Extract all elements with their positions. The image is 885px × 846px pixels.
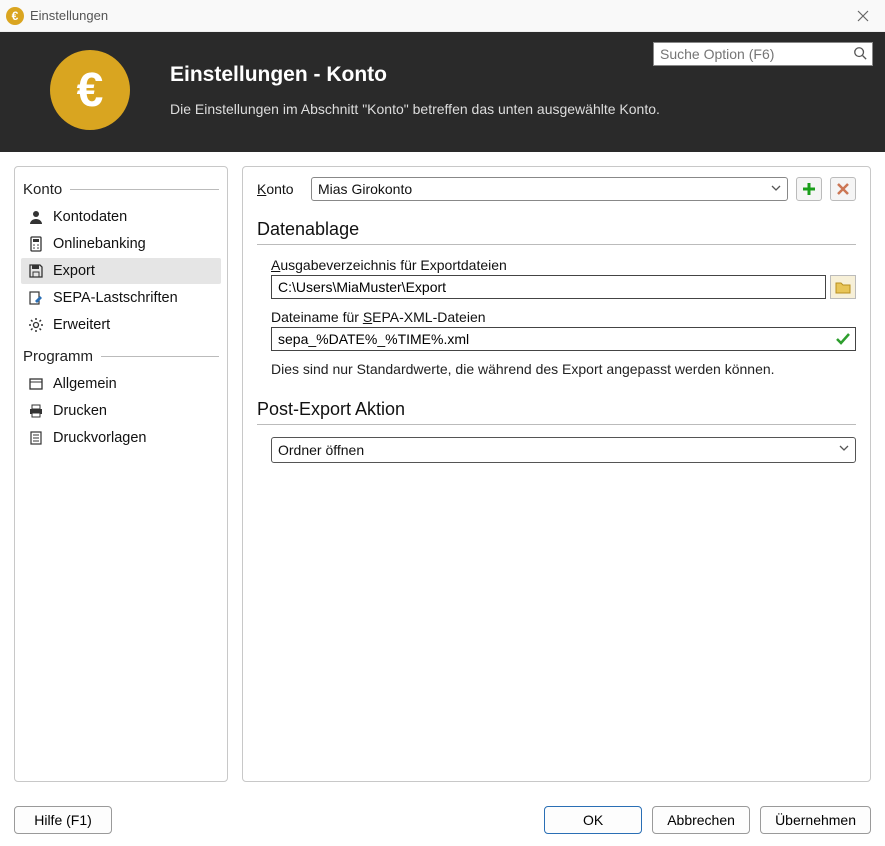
sepa-filename-input-wrap <box>271 327 856 351</box>
export-dir-input[interactable] <box>278 278 819 296</box>
folder-icon <box>835 280 851 294</box>
footer: Hilfe (F1) OK Abbrechen Übernehmen <box>0 796 885 844</box>
sidebar: Konto Kontodaten Onlinebanking Export <box>14 166 228 782</box>
postexport-action-select[interactable]: Ordner öffnen <box>271 437 856 463</box>
window-icon <box>27 375 45 393</box>
titlebar: € Einstellungen <box>0 0 885 32</box>
sidebar-item-kontodaten[interactable]: Kontodaten <box>21 204 221 230</box>
close-icon[interactable] <box>849 6 877 26</box>
sidebar-item-label: Drucken <box>53 403 107 419</box>
sidebar-item-allgemein[interactable]: Allgemein <box>21 371 221 397</box>
sidebar-item-label: Druckvorlagen <box>53 430 147 446</box>
window-title: Einstellungen <box>30 8 849 23</box>
hint-text: Dies sind nur Standardwerte, die während… <box>271 361 856 377</box>
plus-icon <box>801 181 817 197</box>
divider <box>257 424 856 425</box>
sidebar-group-konto: Konto <box>23 181 219 198</box>
gear-icon <box>27 316 45 334</box>
printer-icon <box>27 402 45 420</box>
remove-konto-button[interactable] <box>830 177 856 201</box>
euro-icon: € <box>50 50 130 130</box>
search-box[interactable] <box>653 42 873 66</box>
valid-check-icon <box>835 331 851 347</box>
sidebar-item-druckvorlagen[interactable]: Druckvorlagen <box>21 425 221 451</box>
konto-select[interactable]: Mias Girokonto <box>311 177 788 201</box>
page-subtitle: Die Einstellungen im Abschnitt "Konto" b… <box>170 101 660 117</box>
sidebar-item-label: Erweitert <box>53 317 110 333</box>
sidebar-item-label: Export <box>53 263 95 279</box>
sepa-filename-label: Dateiname für SEPA-XML-Dateien <box>271 309 856 325</box>
page-title: Einstellungen - Konto <box>170 63 660 87</box>
user-icon <box>27 208 45 226</box>
app-icon: € <box>6 7 24 25</box>
sidebar-item-export[interactable]: Export <box>21 258 221 284</box>
browse-folder-button[interactable] <box>830 275 856 299</box>
sidebar-item-erweitert[interactable]: Erweitert <box>21 312 221 338</box>
sepa-filename-input[interactable] <box>278 330 849 348</box>
export-dir-label: Ausgabeverzeichnis für Exportdateien <box>271 257 856 273</box>
section-datenablage-title: Datenablage <box>257 219 856 240</box>
sidebar-item-label: Kontodaten <box>53 209 127 225</box>
section-postexport-title: Post-Export Aktion <box>257 399 856 420</box>
main-panel: Konto Mias Girokonto Datenablage Ausgabe… <box>242 166 871 782</box>
help-button[interactable]: Hilfe (F1) <box>14 806 112 834</box>
document-edit-icon <box>27 289 45 307</box>
chevron-down-icon <box>839 443 849 453</box>
sidebar-group-label: Programm <box>23 348 93 365</box>
ok-button[interactable]: OK <box>544 806 642 834</box>
postexport-action-value: Ordner öffnen <box>278 442 364 458</box>
header: € Einstellungen - Konto Die Einstellunge… <box>0 32 885 152</box>
template-icon <box>27 429 45 447</box>
apply-button[interactable]: Übernehmen <box>760 806 871 834</box>
search-input[interactable] <box>653 42 873 66</box>
sidebar-item-sepa[interactable]: SEPA-Lastschriften <box>21 285 221 311</box>
konto-label: Konto <box>257 181 303 197</box>
search-icon <box>853 46 867 60</box>
divider <box>257 244 856 245</box>
add-konto-button[interactable] <box>796 177 822 201</box>
sidebar-item-label: Onlinebanking <box>53 236 146 252</box>
sidebar-item-label: SEPA-Lastschriften <box>53 290 178 306</box>
sidebar-item-onlinebanking[interactable]: Onlinebanking <box>21 231 221 257</box>
konto-select-value: Mias Girokonto <box>318 181 412 197</box>
export-dir-input-wrap <box>271 275 826 299</box>
chevron-down-icon <box>771 183 781 193</box>
sidebar-group-label: Konto <box>23 181 62 198</box>
sidebar-item-drucken[interactable]: Drucken <box>21 398 221 424</box>
save-icon <box>27 262 45 280</box>
calculator-icon <box>27 235 45 253</box>
sidebar-item-label: Allgemein <box>53 376 117 392</box>
x-icon <box>836 182 850 196</box>
sidebar-group-programm: Programm <box>23 348 219 365</box>
cancel-button[interactable]: Abbrechen <box>652 806 750 834</box>
